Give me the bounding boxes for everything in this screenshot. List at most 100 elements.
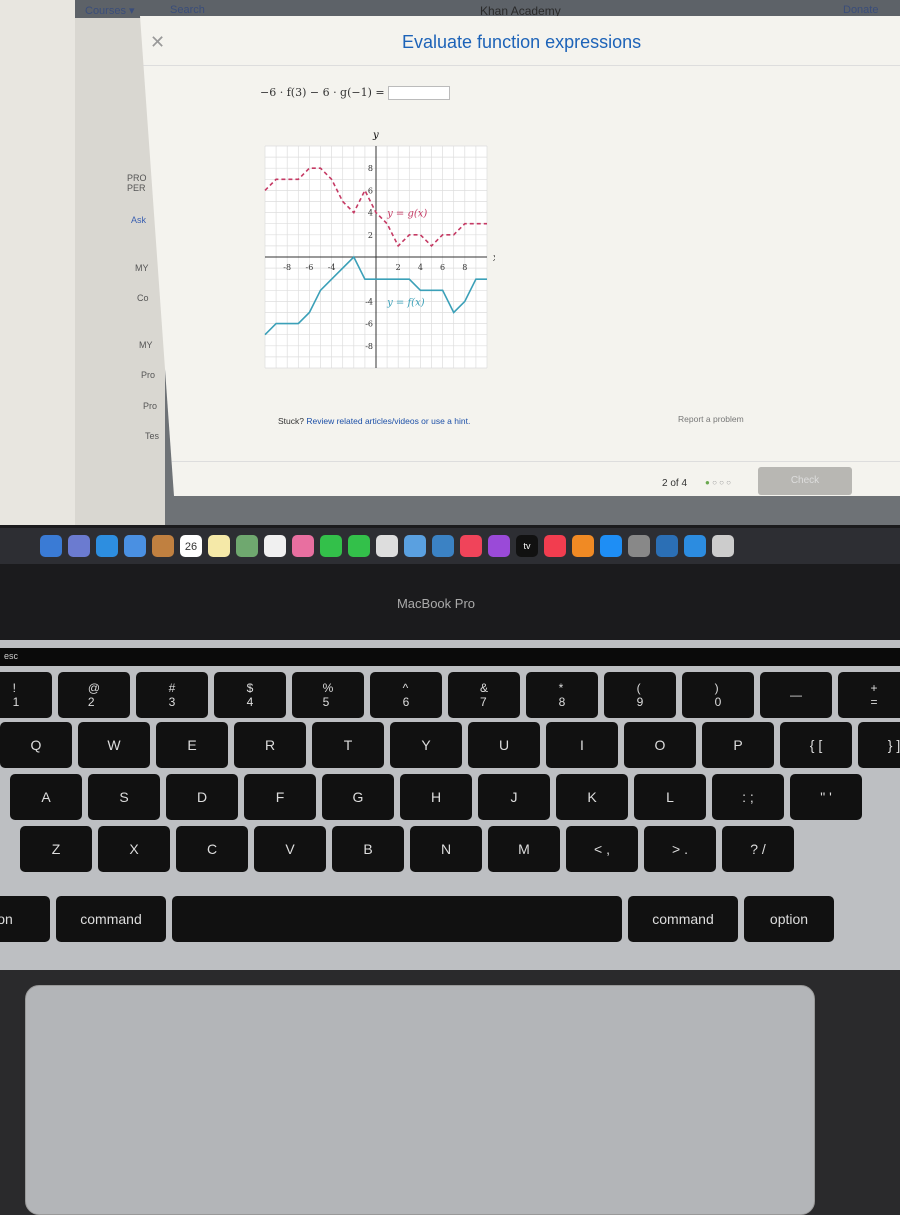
touch-bar[interactable]: esc [0,648,900,666]
key[interactable]: > . [644,826,716,872]
key[interactable]: @ 2 [58,672,130,718]
system-preferences-icon[interactable] [628,535,650,557]
key[interactable]: * 8 [526,672,598,718]
report-problem-link[interactable]: Report a problem [678,414,744,424]
key[interactable]: A [10,774,82,820]
mail-icon[interactable] [124,535,146,557]
sidebar-item[interactable]: Co [137,293,149,303]
key[interactable]: on [0,896,50,942]
key[interactable]: # 3 [136,672,208,718]
sidebar-item[interactable]: Tes [145,431,159,441]
preview-icon[interactable] [656,535,678,557]
maps-icon[interactable] [236,535,258,557]
hint-link[interactable]: Review related articles/videos or use a … [306,416,470,426]
close-icon[interactable]: ✕ [150,32,165,53]
key[interactable]: ! 1 [0,672,52,718]
key[interactable]: " ' [790,774,862,820]
key[interactable]: T [312,722,384,768]
key[interactable]: ^ 6 [370,672,442,718]
key[interactable]: W [78,722,150,768]
safari-icon[interactable] [96,535,118,557]
numbers-icon[interactable] [404,535,426,557]
key[interactable]: L [634,774,706,820]
bottom-letter-row: Z X C V B N M < , > .? / [20,826,794,872]
key[interactable]: : ; [712,774,784,820]
finder-icon[interactable] [40,535,62,557]
key[interactable]: < , [566,826,638,872]
nav-donate[interactable]: Donate [843,4,878,16]
key[interactable]: E [156,722,228,768]
key[interactable]: ? / [722,826,794,872]
key[interactable]: F [244,774,316,820]
key[interactable]: $ 4 [214,672,286,718]
photos-icon[interactable] [292,535,314,557]
nav-courses[interactable]: Courses ▾ [85,4,135,17]
key[interactable]: option [744,896,834,942]
key[interactable]: I [546,722,618,768]
key[interactable]: + = [838,672,900,718]
key[interactable]: B [332,826,404,872]
zoom-icon[interactable] [684,535,706,557]
key[interactable]: ( 9 [604,672,676,718]
key[interactable]: % 5 [292,672,364,718]
key[interactable]: P [702,722,774,768]
sidebar-item[interactable]: Pro [141,370,155,380]
key[interactable]: M [488,826,560,872]
key[interactable]: Z [20,826,92,872]
trackpad[interactable] [25,985,815,1215]
music-icon[interactable] [460,535,482,557]
key[interactable]: U [468,722,540,768]
key[interactable]: R [234,722,306,768]
key[interactable]: C [176,826,248,872]
contacts-icon[interactable] [152,535,174,557]
key[interactable]: G [322,774,394,820]
key[interactable] [172,896,622,942]
nav-search[interactable]: Search [170,4,205,16]
key[interactable]: — [760,672,832,718]
sidebar-item[interactable]: Ask [131,215,146,225]
key[interactable]: H [400,774,472,820]
check-button[interactable]: Check [758,467,852,495]
key[interactable]: ) 0 [682,672,754,718]
key[interactable]: S [88,774,160,820]
podcasts-icon[interactable] [488,535,510,557]
exercise-modal: ✕ Evaluate function expressions −6 · f(3… [140,16,900,496]
key[interactable]: J [478,774,550,820]
sidebar-item[interactable]: Pro [143,401,157,411]
news-icon[interactable] [544,535,566,557]
esc-key[interactable]: esc [4,651,18,661]
key[interactable]: & 7 [448,672,520,718]
tv-icon[interactable]: tv [516,535,538,557]
y-tick-label: 6 [368,186,373,195]
trash-icon[interactable] [712,535,734,557]
key[interactable]: command [628,896,738,942]
reminders-icon[interactable] [264,535,286,557]
notes-icon[interactable] [208,535,230,557]
facetime-icon[interactable] [320,535,342,557]
key[interactable]: Q [0,722,72,768]
site-title[interactable]: Khan Academy [480,4,561,18]
x-tick-label: -6 [306,263,314,272]
launchpad-icon[interactable] [68,535,90,557]
key[interactable]: { [ [780,722,852,768]
answer-input[interactable] [388,86,451,100]
books-icon[interactable] [572,535,594,557]
key[interactable]: N [410,826,482,872]
key[interactable]: V [254,826,326,872]
app-store-icon[interactable] [600,535,622,557]
laptop-brand: MacBook Pro [396,596,476,611]
x-axis-label: x [493,253,495,264]
key[interactable]: X [98,826,170,872]
key[interactable]: } ] [858,722,900,768]
key[interactable]: Y [390,722,462,768]
sidebar-item: MY [135,263,149,273]
keynote-icon[interactable] [432,535,454,557]
key[interactable]: K [556,774,628,820]
calendar-icon[interactable]: 26 [180,535,202,557]
textedit-icon[interactable] [376,535,398,557]
key[interactable]: command [56,896,166,942]
series-label: y = g(x) [386,209,427,220]
key[interactable]: O [624,722,696,768]
messages-icon[interactable] [348,535,370,557]
key[interactable]: D [166,774,238,820]
